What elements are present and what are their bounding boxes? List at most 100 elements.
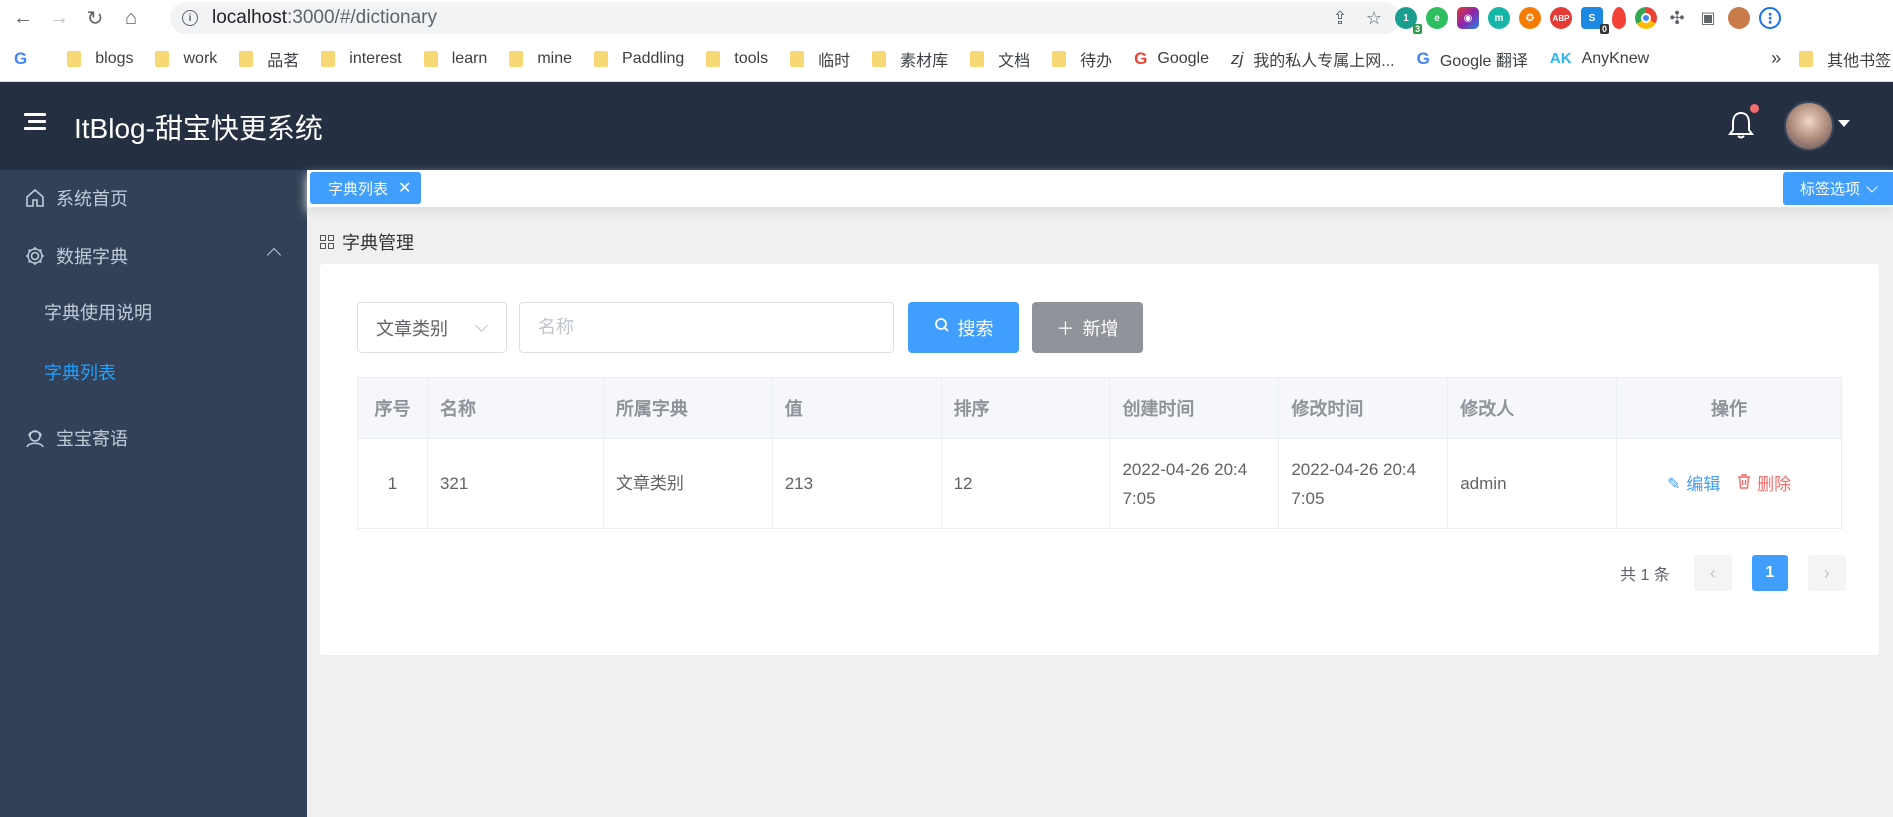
bookmark-mine[interactable]: mine <box>509 50 572 68</box>
more-menu-icon[interactable]: ⋮ <box>1759 7 1781 29</box>
folder-icon <box>423 50 438 67</box>
add-button[interactable]: ＋ 新增 <box>1032 302 1143 353</box>
bookmark-paddling[interactable]: Paddling <box>594 50 684 68</box>
app-header: ItBlog-甜宝快更系统 <box>0 82 1893 170</box>
bookmark-bar: G blogs work 品茗 interest learn mine Padd… <box>0 36 1893 82</box>
extension-icon[interactable]: m <box>1488 7 1510 29</box>
evernote-icon[interactable]: e <box>1426 7 1448 29</box>
tags-bar: 字典列表 ✕ 标签选项 <box>307 170 1893 207</box>
folder-icon <box>239 50 254 67</box>
bookmark-pinming[interactable]: 品茗 <box>239 47 299 71</box>
back-icon[interactable]: ← <box>10 5 36 31</box>
reload-icon[interactable]: ↻ <box>82 5 108 31</box>
bookmark-interest[interactable]: interest <box>321 50 402 68</box>
extension-icon[interactable]: ◉ <box>1457 7 1479 29</box>
extension-icon[interactable]: 13 <box>1395 7 1422 34</box>
bookmark-overflow[interactable]: » <box>1771 48 1781 69</box>
bookmark-google[interactable]: G Google <box>1134 49 1209 69</box>
bookmark-blogs[interactable]: blogs <box>67 50 133 68</box>
caret-down-icon[interactable] <box>1838 120 1850 127</box>
folder-icon <box>790 50 805 67</box>
google-icon: G <box>1134 48 1148 68</box>
dictionary-table: 序号 名称 所属字典 值 排序 创建时间 修改时间 修改人 操作 1 321 文… <box>357 377 1842 529</box>
sidebar-item-messages[interactable]: 宝宝寄语 <box>0 410 307 466</box>
bookmark-translate[interactable]: G Google 翻译 <box>1417 47 1528 71</box>
adblock-icon[interactable]: ABP <box>1550 7 1572 29</box>
share-icon[interactable]: ⇪ <box>1330 8 1350 28</box>
tag-options-button[interactable]: 标签选项 <box>1783 172 1893 205</box>
site-icon: zj <box>1230 48 1244 68</box>
profile-icon[interactable] <box>1728 7 1750 29</box>
bookmark-docs[interactable]: 文档 <box>970 47 1030 71</box>
extension-icon[interactable] <box>1612 7 1626 29</box>
page-number-current[interactable]: 1 <box>1751 555 1788 591</box>
bookmark-learn[interactable]: learn <box>423 50 487 68</box>
folder-icon <box>970 50 985 67</box>
cell-actions: ✎ 编辑 删除 <box>1616 438 1842 529</box>
bookmark-temp[interactable]: 临时 <box>790 47 850 71</box>
search-button[interactable]: 搜索 <box>908 302 1019 353</box>
sidebar-item-home[interactable]: 系统首页 <box>0 170 307 226</box>
cell-index: 1 <box>357 438 428 529</box>
prev-page-button[interactable]: ‹ <box>1693 555 1732 591</box>
bookmark-work[interactable]: work <box>155 50 217 68</box>
column-header: 创建时间 <box>1109 377 1280 439</box>
folder-icon <box>594 50 609 67</box>
cell-dictionary: 文章类别 <box>602 438 773 529</box>
search-icon <box>934 317 950 338</box>
url-text[interactable]: localhost:3000/#/dictionary <box>212 7 437 29</box>
puzzle-icon[interactable]: ✣ <box>1666 7 1688 29</box>
folder-icon <box>872 50 887 67</box>
trash-icon <box>1737 470 1751 499</box>
bookmark-star-icon[interactable]: ☆ <box>1364 8 1384 28</box>
other-bookmarks[interactable]: 其他书签 <box>1799 47 1891 71</box>
bookmark-tools[interactable]: tools <box>706 50 768 68</box>
google-apps-icon[interactable]: G <box>14 49 37 69</box>
avatar[interactable] <box>1784 101 1834 151</box>
cell-sort: 12 <box>940 438 1111 529</box>
extension-icon[interactable]: ✪ <box>1519 7 1541 29</box>
folder-icon <box>155 50 170 67</box>
chrome-icon[interactable] <box>1635 7 1657 29</box>
folder-icon <box>509 50 524 67</box>
edit-icon: ✎ <box>1666 475 1681 493</box>
plus-icon: ＋ <box>1056 318 1075 339</box>
edit-button[interactable]: ✎ 编辑 <box>1667 470 1720 499</box>
browser-toolbar: ← → ↻ ⌂ i localhost:3000/#/dictionary ⇪ … <box>0 0 1893 36</box>
translate-icon: G <box>1416 48 1430 68</box>
sidebar-item-usage[interactable]: 字典使用说明 <box>0 284 307 340</box>
column-header: 操作 <box>1616 377 1842 439</box>
column-header: 排序 <box>940 377 1111 439</box>
name-input[interactable] <box>519 302 894 353</box>
google-icon: G <box>14 48 28 68</box>
bookmark-private[interactable]: zj 我的私人专属上网... <box>1231 47 1395 71</box>
notification-dot <box>1750 104 1759 113</box>
sidebar-item-dictionary[interactable]: 数据字典 <box>0 228 307 284</box>
bell-icon[interactable] <box>1728 110 1754 140</box>
bookmark-todo[interactable]: 待办 <box>1052 47 1112 71</box>
bookmark-anyknew[interactable]: AK AnyKnew <box>1550 50 1649 68</box>
sidebar: 系统首页 数据字典 字典使用说明 字典列表 宝宝寄语 <box>0 170 307 817</box>
side-panel-icon[interactable]: ▣ <box>1697 7 1719 29</box>
column-header: 修改时间 <box>1278 377 1449 439</box>
category-select[interactable]: 文章类别 <box>357 302 507 353</box>
chevron-down-icon <box>1866 180 1878 193</box>
sidebar-item-list[interactable]: 字典列表 <box>0 344 307 400</box>
close-icon[interactable]: ✕ <box>398 178 411 198</box>
delete-button[interactable]: 删除 <box>1737 470 1791 499</box>
app-title: ItBlog-甜宝快更系统 <box>74 113 323 144</box>
site-info-icon[interactable]: i <box>182 10 198 26</box>
cell-value: 213 <box>771 438 942 529</box>
folder-icon <box>67 50 82 67</box>
extension-icon[interactable]: S0 <box>1581 7 1609 34</box>
forward-icon[interactable]: → <box>46 5 72 31</box>
next-page-button[interactable]: › <box>1807 555 1846 591</box>
cell-modified: 2022-04-26 20:4 7:05 <box>1278 438 1449 529</box>
home-icon[interactable]: ⌂ <box>118 5 144 31</box>
pagination: 共 1 条 ‹ 1 › <box>1620 555 1846 591</box>
address-bar[interactable]: i localhost:3000/#/dictionary ⇪ ☆ <box>170 2 1400 34</box>
cell-name: 321 <box>426 438 604 529</box>
tag-dictionary-list[interactable]: 字典列表 ✕ <box>310 172 422 204</box>
bookmark-materials[interactable]: 素材库 <box>872 47 948 71</box>
menu-toggle-icon[interactable] <box>24 113 46 135</box>
